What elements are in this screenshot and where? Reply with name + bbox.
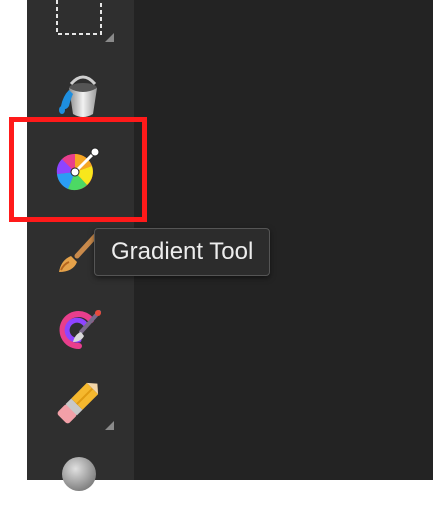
color-brush-icon <box>59 310 101 350</box>
gradient-icon <box>56 147 100 191</box>
paint-bucket-icon <box>59 75 97 117</box>
eraser-tool[interactable] <box>51 374 107 430</box>
submenu-indicator <box>105 421 114 430</box>
marquee-selection-tool[interactable] <box>51 0 107 40</box>
circle-shape-icon <box>62 457 96 491</box>
tool-tooltip: Gradient Tool <box>94 228 271 276</box>
app-window: Gradient Tool <box>0 0 439 491</box>
tooltip-label: Gradient Tool <box>111 238 254 265</box>
gradient-tool[interactable] <box>51 140 107 196</box>
shape-tool[interactable] <box>51 450 107 506</box>
eraser-icon <box>57 382 99 424</box>
pixel-brush-tool[interactable] <box>51 300 107 356</box>
marquee-icon <box>56 0 102 35</box>
fill-tool[interactable] <box>51 66 107 122</box>
submenu-indicator <box>105 33 114 42</box>
